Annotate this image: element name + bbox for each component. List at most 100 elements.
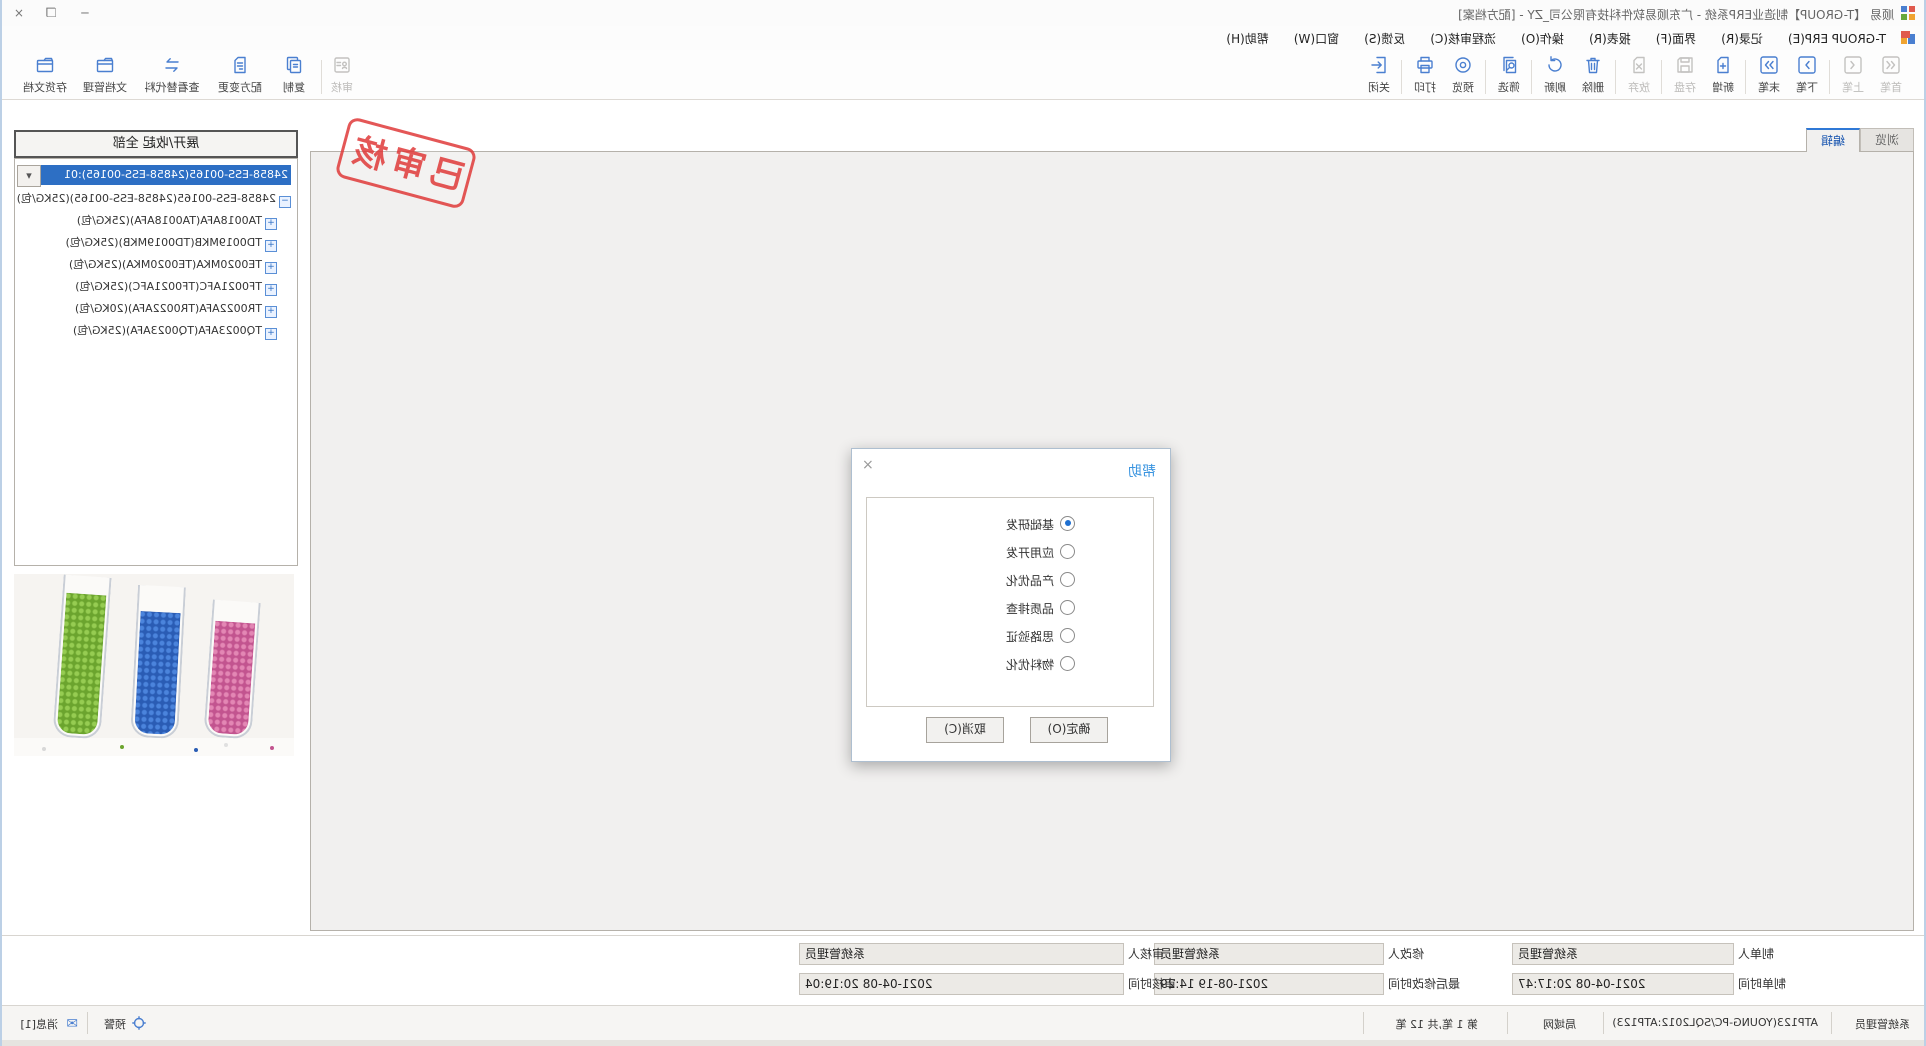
item-node-icon: + [265, 218, 277, 230]
new-doc-icon [1704, 55, 1742, 77]
refresh-button[interactable]: 刷新 [1536, 54, 1574, 98]
option-basic-rd[interactable]: 基础研发 [1006, 516, 1075, 536]
print-button[interactable]: 打印 [1406, 54, 1444, 98]
expand-collapse-all-button[interactable]: 展开/收起 全部 [14, 130, 298, 158]
envelope-icon: ✉ [66, 1016, 78, 1032]
message-link[interactable]: 消息[1] [20, 1016, 58, 1032]
window-title: 顺易 【T-GROUP】制造业ERP系统 - 广东顺易软件科技有限公司_ZY -… [1458, 6, 1894, 23]
trash-icon [1574, 55, 1612, 77]
dialog-title: 帮助 [1128, 461, 1156, 481]
ok-button[interactable]: 确定(O) [1030, 717, 1108, 743]
last-record-button[interactable]: 末笔 [1750, 54, 1788, 98]
formula-change-icon [210, 55, 270, 77]
modifier-label: 修改人 [1388, 943, 1438, 965]
menu-item-workflow[interactable]: 流程审核(C) [1420, 26, 1506, 51]
menu-item-record[interactable]: 记录(R) [1711, 26, 1773, 51]
menu-item-feedback[interactable]: 反馈(S) [1354, 26, 1415, 51]
status-record-info: 第 1 笔,共 12 笔 [1396, 1016, 1478, 1032]
document-manage-button[interactable]: 文档管理 [76, 54, 134, 98]
option-material-opt[interactable]: 物料优化 [1006, 656, 1075, 676]
filter-button[interactable]: 筛选 [1490, 54, 1528, 98]
tab-edit[interactable]: 编辑 [1806, 128, 1860, 152]
dialog-options-group: 基础研发 应用开发 产品优化 品质排查 思路验证 物料优化 [866, 497, 1154, 707]
next-record-icon [1788, 55, 1826, 77]
status-user: 系统管理员 [1855, 1016, 1910, 1032]
item-node-icon: + [265, 328, 277, 340]
auditor-label: 审核人 [1128, 943, 1176, 965]
menu-item-help[interactable]: 帮助(H) [1216, 26, 1278, 51]
collapse-node-icon[interactable]: − [279, 196, 291, 208]
item-node-icon: + [265, 240, 277, 252]
copy-icon [272, 55, 316, 77]
tab-browse[interactable]: 浏览 [1860, 128, 1914, 152]
close-form-button[interactable]: 关闭 [1360, 54, 1398, 98]
menu-item-erp[interactable]: T-GROUP ERP(E) [1778, 28, 1896, 50]
tree-dropdown-button[interactable]: ▾ [17, 165, 41, 187]
status-bar: 系统管理员 ATP123(YOUNG-PC/SQL2012:ATP123) 局域… [0, 1005, 1924, 1040]
status-connection: ATP123(YOUNG-PC/SQL2012:ATP123) [1612, 1016, 1818, 1029]
option-idea-verify[interactable]: 思路验证 [1006, 628, 1075, 648]
tree-node[interactable]: +TR0022AFA(TR0022AFA)(20KG/包) [75, 299, 277, 319]
refresh-icon [1536, 55, 1574, 77]
auditor-field: 系统管理员 [799, 943, 1124, 965]
item-node-icon: + [265, 262, 277, 274]
new-button[interactable]: 新增 [1704, 54, 1742, 98]
title-bar: 顺易 【T-GROUP】制造业ERP系统 - 广东顺易软件科技有限公司_ZY -… [0, 0, 1924, 26]
abandon-button[interactable]: 放弃 [1620, 54, 1658, 98]
maker-time-field: 2021-04-08 20:17:47 [1512, 973, 1734, 995]
audit-badge-icon [324, 55, 360, 77]
copy-button[interactable]: 复制 [272, 54, 316, 98]
bom-tree: 24858-ESS-00165(24858-ESS-00165):01 ▾ −2… [14, 158, 298, 566]
option-app-dev[interactable]: 应用开发 [1006, 544, 1075, 564]
formula-change-button[interactable]: 配方变更 [210, 54, 270, 98]
tree-node[interactable]: +TA0018AFA(TA0018AFA)(25KG/包) [77, 211, 277, 231]
menu-bar: T-GROUP ERP(E) 记录(R) 界面(F) 报表(R) 操作(O) 流… [0, 26, 1924, 50]
preview-button[interactable]: 预览 [1444, 54, 1482, 98]
audit-time-field: 2021-04-08 20:19:04 [799, 973, 1124, 995]
green-tube [52, 575, 111, 740]
delete-button[interactable]: 删除 [1574, 54, 1612, 98]
folder2-icon [16, 55, 74, 77]
menu-item-window[interactable]: 窗口(W) [1284, 26, 1349, 51]
next-record-button[interactable]: 下笔 [1788, 54, 1826, 98]
prev-record-button[interactable]: 上笔 [1834, 54, 1872, 98]
tree-node[interactable]: +TQ0023AFA(TQ0023AFA)(25KG/包) [73, 321, 277, 341]
blue-tube [130, 585, 186, 739]
help-dialog: 帮助 × 基础研发 应用开发 产品优化 品质排查 思路验证 物料优化 确定(O)… [851, 448, 1171, 762]
preview-icon [1444, 55, 1482, 77]
tree-node[interactable]: −24858-ESS-00165(24858-ESS-00165)(25KG/包… [17, 189, 291, 209]
option-product-opt[interactable]: 产品优化 [1006, 572, 1075, 592]
filter-icon [1490, 55, 1528, 77]
app-icon [1900, 5, 1916, 21]
folder-icon [76, 55, 134, 77]
menu-item-interface[interactable]: 界面(F) [1646, 26, 1706, 51]
audit-button[interactable]: 审核 [324, 54, 360, 98]
menu-logo-icon [1900, 30, 1916, 50]
tree-node[interactable]: +TE0020MKA(TE0020MKA)(25KG/包) [69, 255, 277, 275]
tree-root-node[interactable]: 24858-ESS-00165(24858-ESS-00165):01 [39, 165, 291, 185]
inventory-docs-button[interactable]: 存货文档 [16, 54, 74, 98]
alert-icon [132, 1016, 146, 1031]
restore-button[interactable]: ❐ [34, 0, 68, 26]
view-substitutes-button[interactable]: 查看替代料 [136, 54, 208, 98]
menu-item-operation[interactable]: 操作(O) [1511, 26, 1574, 51]
tree-node[interactable]: +TF0021AFC(TF0021AFC)(25KG/包) [75, 277, 277, 297]
modify-time-label: 最后修改时间 [1388, 973, 1484, 995]
save-button[interactable]: 存盘 [1666, 54, 1704, 98]
alert-link[interactable]: 预警 [104, 1016, 126, 1032]
first-record-button[interactable]: 首笔 [1872, 54, 1910, 98]
dialog-close-icon[interactable]: × [862, 457, 874, 473]
abandon-icon [1620, 55, 1658, 77]
maker-label: 制单人 [1738, 943, 1784, 965]
menu-item-report[interactable]: 报表(R) [1579, 26, 1641, 51]
audit-time-label: 审核时间 [1128, 973, 1200, 995]
tree-node[interactable]: +TD0019MKB(TD0019MKB)(25KG/包) [66, 233, 277, 253]
maker-field: 系统管理员 [1512, 943, 1734, 965]
maker-time-label: 制单时间 [1738, 973, 1808, 995]
item-node-icon: + [265, 284, 277, 296]
cancel-button[interactable]: 取消(C) [926, 717, 1004, 743]
option-quality-check[interactable]: 品质排查 [1006, 600, 1075, 620]
close-button[interactable]: × [2, 0, 36, 26]
minimize-button[interactable]: ─ [68, 0, 102, 26]
save-icon [1666, 55, 1704, 77]
